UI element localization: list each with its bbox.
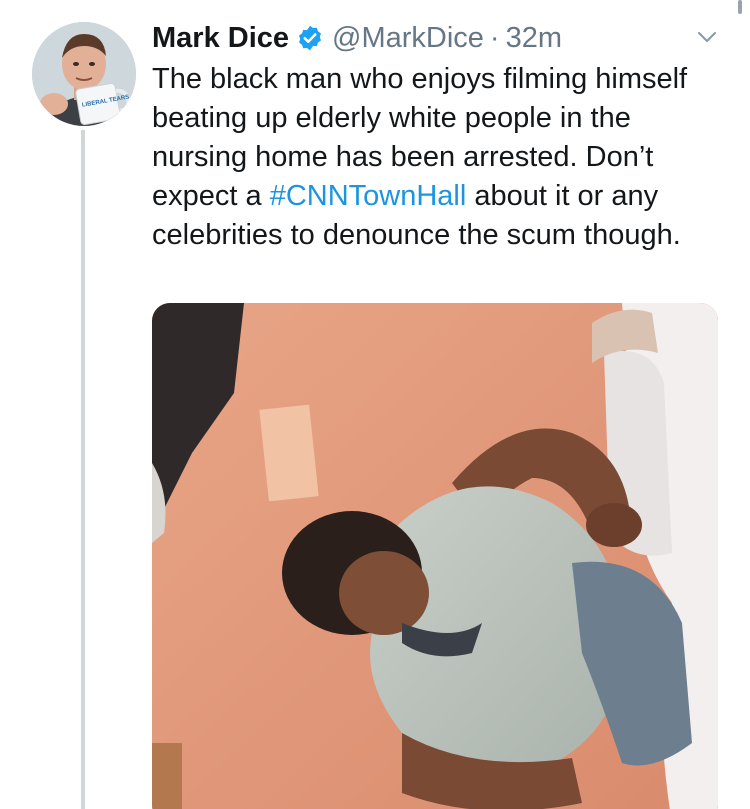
verified-badge-icon [299, 25, 321, 51]
hashtag-link[interactable]: #CNNTownHall [270, 180, 467, 212]
chevron-down-icon[interactable] [696, 26, 718, 48]
thread-line [81, 130, 85, 809]
display-name[interactable]: Mark Dice [152, 22, 289, 55]
media-image [152, 303, 718, 809]
tweet: LIBERAL TEARS Mark Dice @MarkDice · 32m … [0, 0, 750, 809]
tweet-text: The black man who enjoys filming himself… [152, 60, 732, 255]
handle[interactable]: @MarkDice [332, 22, 484, 55]
tweet-media[interactable] [152, 303, 718, 809]
avatar-image: LIBERAL TEARS [32, 22, 136, 126]
timestamp[interactable]: 32m [506, 22, 562, 55]
avatar[interactable]: LIBERAL TEARS [32, 22, 136, 126]
tweet-header: Mark Dice @MarkDice · 32m [152, 18, 562, 58]
scrollbar[interactable] [738, 0, 742, 14]
separator-dot: · [489, 21, 500, 54]
